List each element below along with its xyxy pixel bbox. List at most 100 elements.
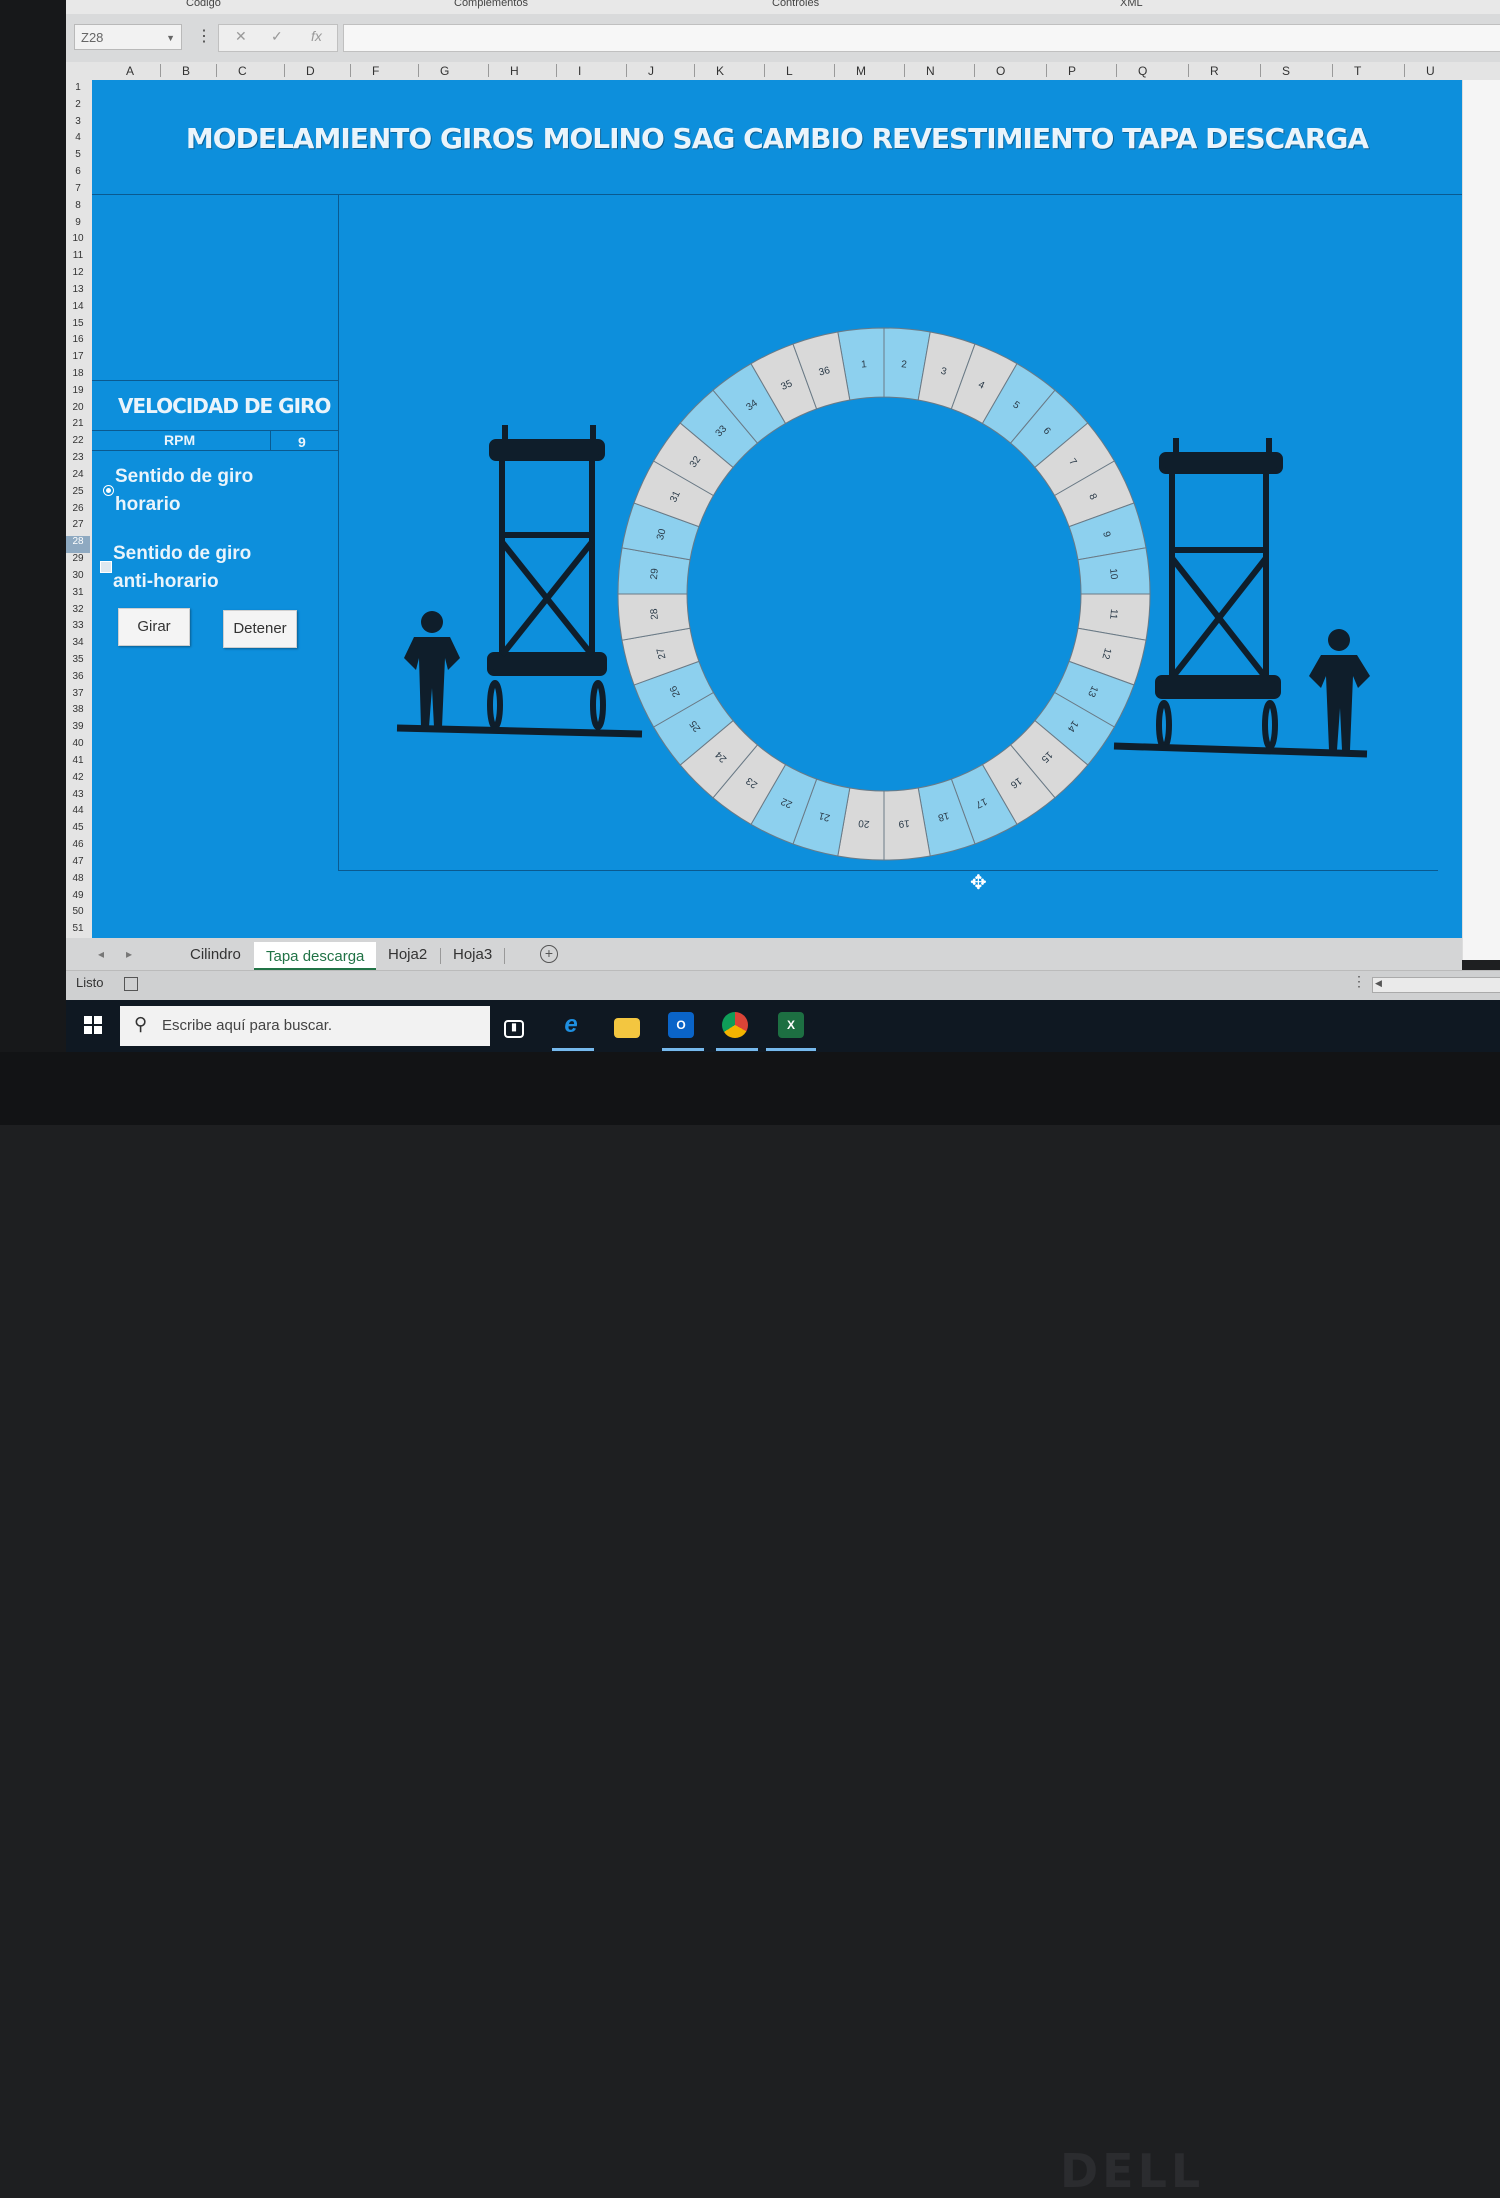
more-options-icon[interactable]: ⋮ bbox=[196, 26, 212, 46]
row-header-4[interactable]: 4 bbox=[66, 132, 90, 149]
row-header-5[interactable]: 5 bbox=[66, 149, 90, 166]
column-divider[interactable] bbox=[488, 64, 489, 77]
ribbon-tab-codigo[interactable]: Código bbox=[186, 0, 221, 9]
column-divider[interactable] bbox=[974, 64, 975, 77]
row-header-22[interactable]: 22 bbox=[66, 435, 90, 452]
taskbar-search[interactable]: ⚲ Escribe aquí para buscar. bbox=[120, 1006, 490, 1046]
row-header-41[interactable]: 41 bbox=[66, 755, 90, 772]
row-header-28[interactable]: 28 bbox=[66, 536, 90, 554]
column-header-o[interactable]: O bbox=[996, 64, 1005, 78]
column-header-f[interactable]: F bbox=[372, 64, 379, 78]
row-header-26[interactable]: 26 bbox=[66, 503, 90, 520]
column-divider[interactable] bbox=[284, 64, 285, 77]
row-header-23[interactable]: 23 bbox=[66, 452, 90, 469]
column-divider[interactable] bbox=[1332, 64, 1333, 77]
column-header-m[interactable]: M bbox=[856, 64, 866, 78]
column-header-a[interactable]: A bbox=[126, 64, 134, 78]
tab-hoja3[interactable]: Hoja3 bbox=[453, 946, 492, 963]
more-options-icon[interactable]: ⋮ bbox=[1352, 973, 1366, 990]
macro-record-icon[interactable] bbox=[124, 977, 138, 991]
column-divider[interactable] bbox=[556, 64, 557, 77]
column-divider[interactable] bbox=[1188, 64, 1189, 77]
row-header-14[interactable]: 14 bbox=[66, 301, 90, 318]
row-header-46[interactable]: 46 bbox=[66, 839, 90, 856]
column-header-i[interactable]: I bbox=[578, 64, 581, 78]
row-header-42[interactable]: 42 bbox=[66, 772, 90, 789]
excel-icon[interactable]: X bbox=[778, 1012, 804, 1038]
row-header-44[interactable]: 44 bbox=[66, 805, 90, 822]
column-header-b[interactable]: B bbox=[182, 64, 190, 78]
prev-sheet-icon[interactable]: ◂ bbox=[98, 947, 104, 961]
row-header-6[interactable]: 6 bbox=[66, 166, 90, 183]
chrome-icon[interactable] bbox=[722, 1012, 748, 1038]
row-header-3[interactable]: 3 bbox=[66, 116, 90, 133]
fx-icon[interactable]: fx bbox=[311, 28, 322, 44]
row-header-32[interactable]: 32 bbox=[66, 604, 90, 621]
enter-icon[interactable]: ✓ bbox=[271, 28, 283, 45]
column-header-c[interactable]: C bbox=[238, 64, 247, 78]
row-header-43[interactable]: 43 bbox=[66, 789, 90, 806]
offscreen-cells[interactable] bbox=[1462, 80, 1500, 960]
outlook-icon[interactable]: O bbox=[668, 1012, 694, 1038]
tab-hoja2[interactable]: Hoja2 bbox=[388, 946, 427, 963]
row-header-9[interactable]: 9 bbox=[66, 217, 90, 234]
ribbon-tab-xml[interactable]: XML bbox=[1120, 0, 1143, 9]
worksheet-area[interactable]: MODELAMIENTO GIROS MOLINO SAG CAMBIO REV… bbox=[92, 80, 1462, 938]
scroll-left-icon[interactable]: ◀ bbox=[1375, 978, 1382, 989]
row-header-7[interactable]: 7 bbox=[66, 183, 90, 200]
row-header-1[interactable]: 1 bbox=[66, 82, 90, 99]
column-divider[interactable] bbox=[350, 64, 351, 77]
ribbon-tab-complementos[interactable]: Complementos bbox=[454, 0, 528, 9]
row-header-49[interactable]: 49 bbox=[66, 890, 90, 907]
column-divider[interactable] bbox=[160, 64, 161, 77]
column-divider[interactable] bbox=[694, 64, 695, 77]
row-header-31[interactable]: 31 bbox=[66, 587, 90, 604]
chevron-down-icon[interactable]: ▼ bbox=[166, 25, 175, 51]
row-header-19[interactable]: 19 bbox=[66, 385, 90, 402]
row-header-15[interactable]: 15 bbox=[66, 318, 90, 335]
column-divider[interactable] bbox=[834, 64, 835, 77]
column-divider[interactable] bbox=[418, 64, 419, 77]
row-header-30[interactable]: 30 bbox=[66, 570, 90, 587]
column-header-t[interactable]: T bbox=[1354, 64, 1361, 78]
row-header-33[interactable]: 33 bbox=[66, 620, 90, 637]
row-header-10[interactable]: 10 bbox=[66, 233, 90, 250]
column-header-d[interactable]: D bbox=[306, 64, 315, 78]
task-view-icon[interactable]: ▮ bbox=[504, 1020, 524, 1038]
next-sheet-icon[interactable]: ▸ bbox=[126, 947, 132, 961]
column-divider[interactable] bbox=[904, 64, 905, 77]
row-header-12[interactable]: 12 bbox=[66, 267, 90, 284]
row-header-21[interactable]: 21 bbox=[66, 418, 90, 435]
column-header-l[interactable]: L bbox=[786, 64, 793, 78]
column-divider[interactable] bbox=[1116, 64, 1117, 77]
row-header-47[interactable]: 47 bbox=[66, 856, 90, 873]
row-header-27[interactable]: 27 bbox=[66, 519, 90, 536]
column-divider[interactable] bbox=[764, 64, 765, 77]
row-header-38[interactable]: 38 bbox=[66, 704, 90, 721]
row-header-39[interactable]: 39 bbox=[66, 721, 90, 738]
column-divider[interactable] bbox=[216, 64, 217, 77]
column-divider[interactable] bbox=[626, 64, 627, 77]
file-explorer-icon[interactable] bbox=[614, 1018, 640, 1038]
column-divider[interactable] bbox=[1046, 64, 1047, 77]
windows-start-icon[interactable] bbox=[84, 1016, 102, 1034]
formula-input[interactable] bbox=[343, 24, 1500, 52]
row-header-51[interactable]: 51 bbox=[66, 923, 90, 938]
column-divider[interactable] bbox=[1404, 64, 1405, 77]
row-header-36[interactable]: 36 bbox=[66, 671, 90, 688]
row-header-29[interactable]: 29 bbox=[66, 553, 90, 570]
row-header-48[interactable]: 48 bbox=[66, 873, 90, 890]
row-header-16[interactable]: 16 bbox=[66, 334, 90, 351]
tab-cilindro[interactable]: Cilindro bbox=[190, 946, 241, 963]
tab-tapa-descarga[interactable]: Tapa descarga bbox=[254, 942, 377, 970]
column-header-q[interactable]: Q bbox=[1138, 64, 1147, 78]
row-header-45[interactable]: 45 bbox=[66, 822, 90, 839]
row-header-20[interactable]: 20 bbox=[66, 402, 90, 419]
row-header-50[interactable]: 50 bbox=[66, 906, 90, 923]
cancel-icon[interactable]: ✕ bbox=[235, 28, 247, 45]
column-header-k[interactable]: K bbox=[716, 64, 724, 78]
horizontal-scrollbar[interactable]: ◀ bbox=[1372, 977, 1500, 993]
row-header-8[interactable]: 8 bbox=[66, 200, 90, 217]
row-header-11[interactable]: 11 bbox=[66, 250, 90, 267]
row-header-37[interactable]: 37 bbox=[66, 688, 90, 705]
